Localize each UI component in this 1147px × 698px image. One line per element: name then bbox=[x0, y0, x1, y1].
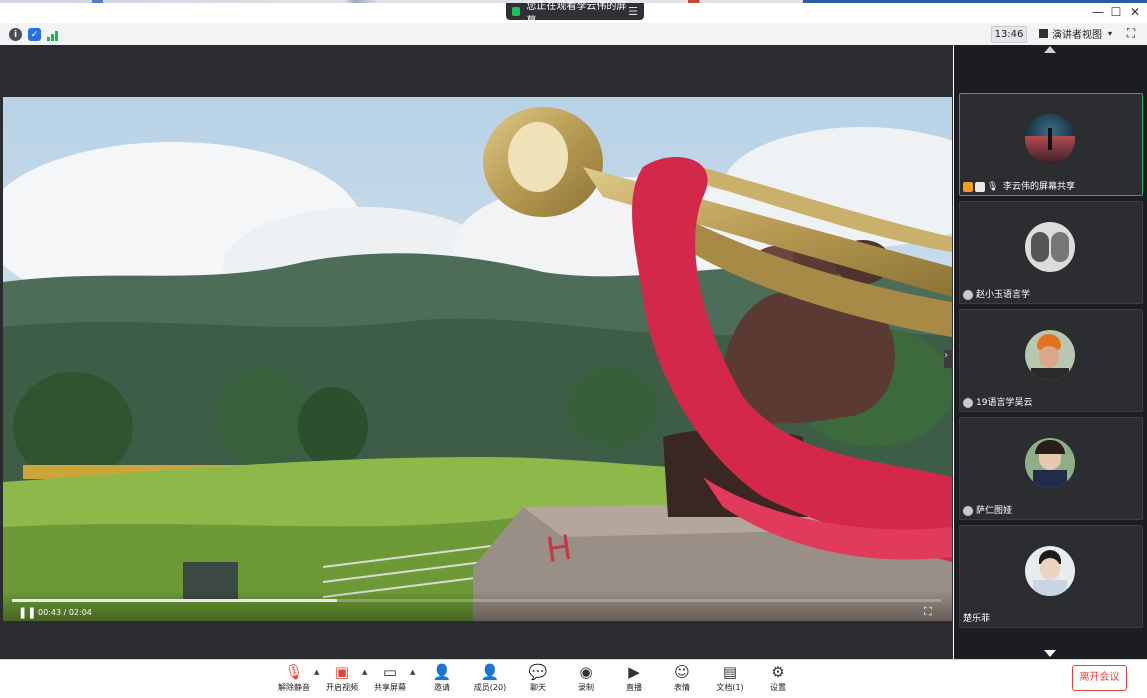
share-screen-label: 共享屏幕 bbox=[374, 683, 406, 692]
chat-button[interactable]: 💬 聊天 bbox=[516, 663, 560, 693]
muted-mic-icon bbox=[963, 506, 973, 516]
document-icon: ▤ bbox=[722, 663, 738, 681]
video-progress-fill bbox=[12, 599, 338, 602]
unmute-label: 解除静音 bbox=[278, 683, 310, 692]
avatar bbox=[1025, 114, 1075, 164]
unmute-button[interactable]: 🎙 解除静音 bbox=[272, 663, 316, 693]
participant-name: 李云伟的屏幕共享 bbox=[1003, 182, 1076, 192]
avatar bbox=[1025, 330, 1075, 380]
live-button[interactable]: ▶ 直播 bbox=[612, 663, 656, 693]
record-label: 录制 bbox=[578, 683, 594, 692]
info-icon[interactable]: i bbox=[9, 28, 22, 41]
live-label: 直播 bbox=[626, 683, 642, 692]
leave-meeting-button[interactable]: 离开会议 bbox=[1072, 665, 1127, 691]
screen-share-icon bbox=[975, 182, 985, 192]
pause-icon[interactable]: ❚❚ bbox=[18, 606, 36, 619]
participant-name: 19语言学吴云 bbox=[976, 398, 1033, 408]
members-icon: 👤 bbox=[480, 663, 500, 681]
speaker-view-label: 演讲者视图 bbox=[1052, 30, 1102, 41]
participant-tile[interactable]: 🎙 李云伟的屏幕共享 bbox=[959, 93, 1143, 196]
banner-menu-icon[interactable]: ☰ bbox=[628, 5, 638, 18]
video-progress-bar[interactable] bbox=[12, 599, 941, 602]
record-button[interactable]: ◉ 录制 bbox=[564, 663, 608, 693]
reactions-label: 表情 bbox=[674, 683, 690, 692]
start-video-button[interactable]: ▣ 开启视频 bbox=[320, 663, 364, 693]
invite-label: 邀请 bbox=[434, 683, 450, 692]
screen-share-banner[interactable]: 您正在观看李云伟的屏幕 ☰ bbox=[506, 1, 644, 27]
share-indicator-icon bbox=[512, 7, 521, 16]
smile-icon: ☺ bbox=[674, 663, 690, 681]
muted-mic-icon: 🎙 bbox=[284, 663, 304, 681]
record-icon: ◉ bbox=[579, 663, 593, 681]
share-screen-button[interactable]: ▭ 共享屏幕 bbox=[368, 663, 412, 693]
tile-status-icons: 🎙 bbox=[963, 182, 999, 192]
fullscreen-icon[interactable]: ⛶ bbox=[1124, 26, 1138, 40]
members-label: 成员(20) bbox=[473, 683, 507, 692]
video-frame[interactable]: ᕼ bbox=[3, 97, 952, 621]
video-controls bbox=[3, 590, 952, 621]
participant-tile[interactable]: 赵小玉语言学 bbox=[959, 201, 1143, 304]
meeting-clock: 13:46 bbox=[991, 26, 1027, 43]
add-user-icon: 👤 bbox=[432, 663, 452, 681]
chevron-right-icon[interactable]: › bbox=[944, 350, 953, 368]
members-button[interactable]: 👤 成员(20) bbox=[468, 663, 512, 693]
chat-icon: 💬 bbox=[528, 663, 548, 681]
docs-label: 文档(1) bbox=[716, 683, 744, 692]
settings-button[interactable]: ⚙ 设置 bbox=[756, 663, 800, 693]
settings-label: 设置 bbox=[770, 683, 786, 692]
share-screen-icon: ▭ bbox=[382, 663, 398, 681]
muted-mic-icon bbox=[963, 398, 973, 408]
avatar bbox=[1025, 222, 1075, 272]
reactions-button[interactable]: ☺ 表情 bbox=[660, 663, 704, 693]
start-video-label: 开启视频 bbox=[326, 683, 358, 692]
participant-tile[interactable]: 萨仁图娅 bbox=[959, 417, 1143, 520]
mute-options-caret[interactable]: ▲ bbox=[314, 668, 319, 676]
minimize-button[interactable]: — bbox=[1089, 4, 1107, 20]
share-options-caret[interactable]: ▲ bbox=[410, 668, 415, 676]
participant-tile[interactable]: 楚乐菲 bbox=[959, 525, 1143, 628]
video-options-caret[interactable]: ▲ bbox=[362, 668, 367, 676]
scroll-up-icon[interactable] bbox=[1044, 46, 1056, 53]
live-icon: ▶ bbox=[628, 663, 640, 681]
tile-status-icons bbox=[963, 398, 973, 408]
docs-button[interactable]: ▤ 文档(1) bbox=[708, 663, 752, 693]
avatar bbox=[1025, 546, 1075, 596]
tile-status-icons bbox=[963, 290, 973, 300]
speaker-view-button[interactable]: 演讲者视图 ▾ bbox=[1036, 26, 1113, 41]
gear-icon: ⚙ bbox=[771, 663, 785, 681]
video-timestamp: 00:43 / 02:04 bbox=[38, 608, 92, 617]
security-shield-icon[interactable]: ✓ bbox=[28, 28, 41, 41]
video-fullscreen-icon[interactable]: ⛶ bbox=[924, 605, 938, 619]
chevron-down-icon: ▾ bbox=[1108, 29, 1113, 38]
invite-button[interactable]: 👤 邀请 bbox=[420, 663, 464, 693]
host-icon bbox=[963, 182, 973, 192]
participant-tile[interactable]: 19语言学吴云 bbox=[959, 309, 1143, 412]
muted-mic-icon bbox=[963, 290, 973, 300]
participant-name: 楚乐菲 bbox=[963, 614, 991, 624]
signal-icon[interactable] bbox=[47, 28, 61, 41]
layout-icon bbox=[1039, 29, 1048, 38]
info-bar bbox=[0, 23, 1147, 46]
scroll-down-icon[interactable] bbox=[1044, 650, 1056, 657]
participant-name: 赵小玉语言学 bbox=[976, 290, 1031, 300]
maximize-button[interactable]: ☐ bbox=[1107, 4, 1125, 20]
chat-label: 聊天 bbox=[530, 683, 546, 692]
participant-name: 萨仁图娅 bbox=[976, 506, 1013, 516]
video-off-icon: ▣ bbox=[334, 663, 350, 681]
microphone-icon: 🎙 bbox=[987, 182, 999, 192]
avatar bbox=[1025, 438, 1075, 488]
tile-status-icons bbox=[963, 506, 973, 516]
close-button[interactable]: ✕ bbox=[1126, 4, 1144, 20]
